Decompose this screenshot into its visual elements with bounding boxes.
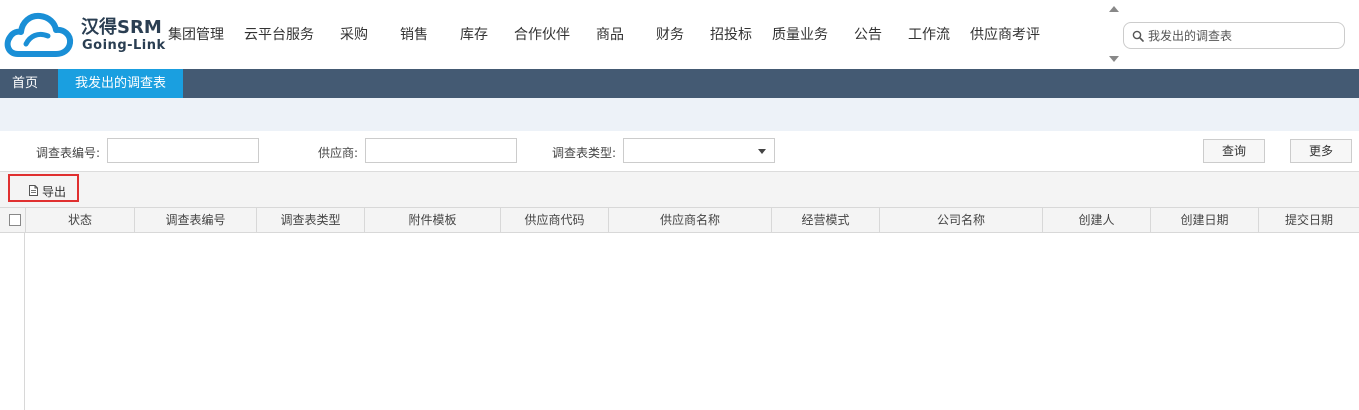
tab-home[interactable]: 首页: [0, 69, 58, 98]
nav-item-announcement[interactable]: 公告: [854, 24, 882, 44]
top-header: 汉得SRM Going-Link 集团管理 云平台服务 采购 销售 库存 合作伙…: [0, 0, 1359, 69]
supplier-input[interactable]: [365, 138, 517, 163]
nav-item-quality[interactable]: 质量业务: [772, 24, 828, 44]
supplier-label: 供应商:: [318, 146, 359, 160]
scroll-up-icon[interactable]: [1109, 6, 1119, 12]
export-label: 导出: [42, 185, 67, 199]
survey-type-label: 调查表类型:: [552, 146, 617, 160]
query-form: 调查表编号: 供应商: 调查表类型: 查询 更多: [0, 131, 1359, 171]
brand-subtitle: Going-Link: [82, 38, 166, 53]
table-body: [0, 233, 1359, 410]
tab-bar: 首页 我发出的调查表: [0, 69, 1359, 98]
nav-item-goods[interactable]: 商品: [596, 24, 624, 44]
more-button[interactable]: 更多: [1290, 139, 1352, 163]
column-header-survey-type[interactable]: 调查表类型: [257, 208, 365, 233]
survey-no-input[interactable]: [107, 138, 259, 163]
nav-item-purchase[interactable]: 采购: [340, 24, 368, 44]
select-all-checkbox[interactable]: [9, 214, 21, 226]
search-input[interactable]: [1148, 26, 1338, 45]
query-button[interactable]: 查询: [1203, 139, 1265, 163]
search-box: [1123, 22, 1345, 49]
nav-item-supplier-evaluation[interactable]: 供应商考评: [970, 24, 1040, 44]
column-header-supplier-code[interactable]: 供应商代码: [501, 208, 609, 233]
survey-table: 状态 调查表编号 调查表类型 附件模板 供应商代码 供应商名称 经营模式 公司名…: [0, 207, 1359, 410]
brand-logo[interactable]: 汉得SRM Going-Link: [4, 8, 165, 60]
column-header-creator[interactable]: 创建人: [1043, 208, 1151, 233]
nav-item-group-management[interactable]: 集团管理: [168, 24, 224, 44]
nav-item-workflow[interactable]: 工作流: [908, 24, 950, 44]
select-all-cell: [0, 208, 26, 233]
scroll-down-icon[interactable]: [1109, 56, 1119, 62]
table-header: 状态 调查表编号 调查表类型 附件模板 供应商代码 供应商名称 经营模式 公司名…: [0, 208, 1359, 233]
nav-scroll: [1107, 0, 1121, 69]
chevron-down-icon[interactable]: [758, 149, 766, 154]
column-header-attachment-template[interactable]: 附件模板: [365, 208, 501, 233]
nav-item-cloud-platform[interactable]: 云平台服务: [244, 24, 314, 44]
export-button[interactable]: 导出: [8, 174, 79, 202]
cloud-logo-icon: [4, 12, 74, 57]
column-header-business-mode[interactable]: 经营模式: [772, 208, 880, 233]
nav-item-inventory[interactable]: 库存: [460, 24, 488, 44]
content-header-band: [0, 98, 1359, 131]
column-header-supplier-name[interactable]: 供应商名称: [609, 208, 772, 233]
grid-toolbar: 导出: [0, 172, 1359, 207]
nav-item-bidding[interactable]: 招投标: [710, 24, 752, 44]
nav-item-sales[interactable]: 销售: [400, 24, 428, 44]
document-icon: [29, 185, 38, 196]
survey-no-label: 调查表编号:: [36, 146, 101, 160]
column-header-status[interactable]: 状态: [26, 208, 135, 233]
search-icon[interactable]: [1132, 30, 1144, 42]
nav-item-finance[interactable]: 财务: [656, 24, 684, 44]
survey-type-select[interactable]: [623, 138, 775, 163]
column-header-company-name[interactable]: 公司名称: [880, 208, 1043, 233]
tab-my-surveys[interactable]: 我发出的调查表: [58, 69, 183, 98]
column-header-submitted-date[interactable]: 提交日期: [1259, 208, 1359, 233]
column-header-created-date[interactable]: 创建日期: [1151, 208, 1259, 233]
brand-name: 汉得SRM: [81, 17, 162, 38]
nav-item-partners[interactable]: 合作伙伴: [514, 24, 570, 44]
row-select-column: [0, 233, 25, 410]
column-header-survey-no[interactable]: 调查表编号: [135, 208, 257, 233]
